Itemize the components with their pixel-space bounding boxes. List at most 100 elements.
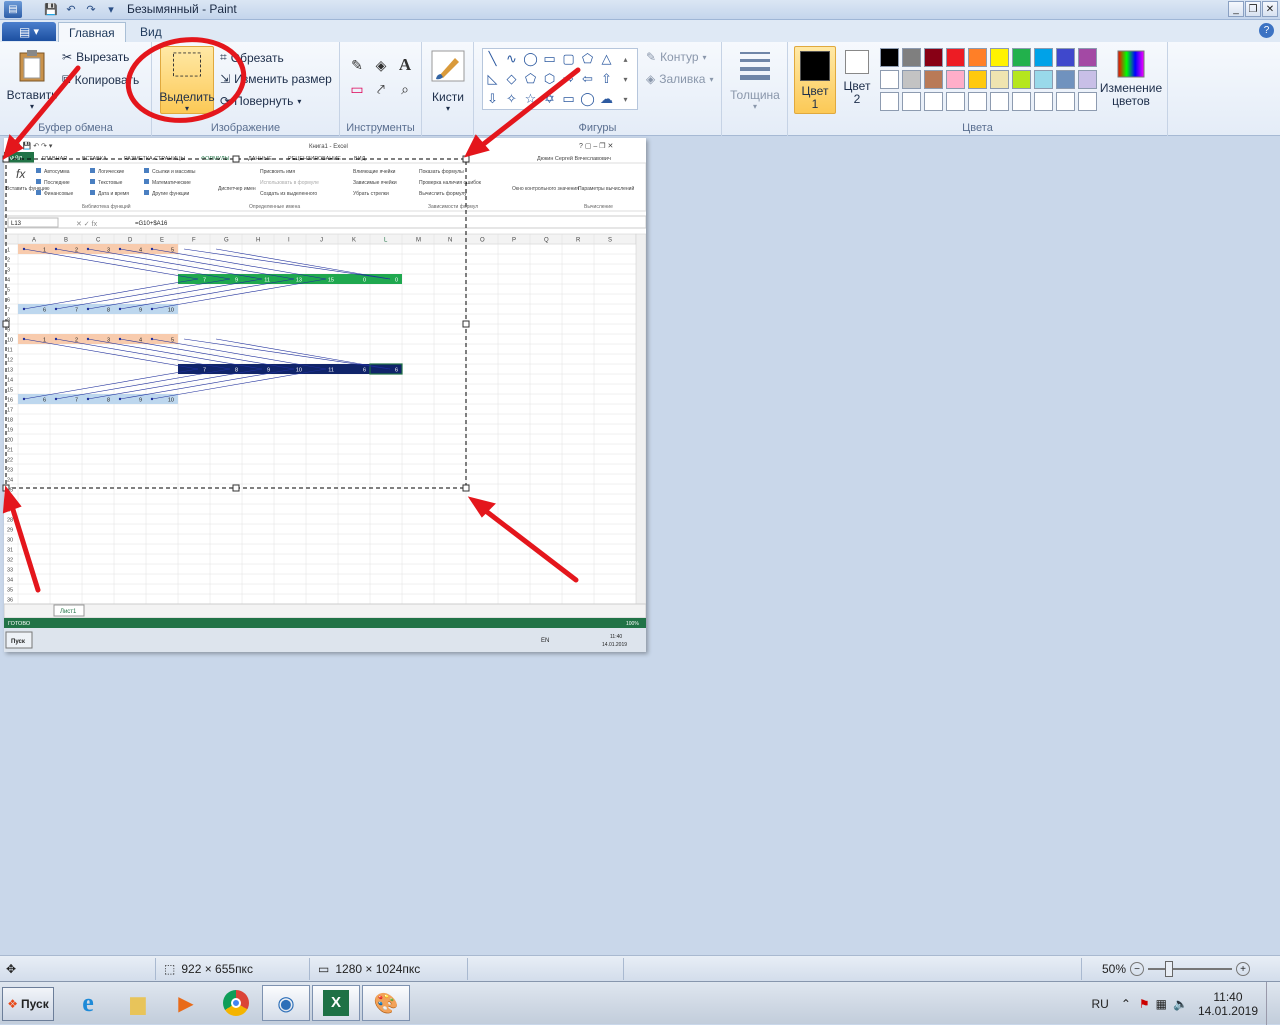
taskbar-paint[interactable]: 🎨 — [362, 985, 410, 1021]
arrow-down-shape-icon[interactable]: ⇩ — [483, 89, 502, 109]
palette-color[interactable] — [1034, 48, 1053, 67]
palette-color[interactable] — [1078, 70, 1097, 89]
tab-home[interactable]: Главная — [58, 22, 126, 42]
copy-button[interactable]: ⧉ Копировать — [62, 72, 139, 87]
star4-shape-icon[interactable]: ✧ — [502, 89, 521, 109]
redo-icon[interactable]: ↷ — [82, 1, 100, 18]
palette-color[interactable] — [880, 92, 899, 111]
start-button[interactable]: ❖ Пуск — [2, 987, 54, 1021]
paint-app-icon[interactable]: ▤ — [4, 1, 22, 18]
palette-color[interactable] — [924, 48, 943, 67]
outline-button[interactable]: ✎ Контур ▾ — [646, 50, 707, 64]
line-shape-icon[interactable]: ╲ — [483, 49, 502, 69]
more-shapes-icon[interactable]: ▾ — [616, 89, 635, 109]
palette-color[interactable] — [924, 70, 943, 89]
palette-color[interactable] — [1012, 70, 1031, 89]
pasted-excel-image[interactable]: Книга1 - Excel ? ▢ – ❐ ✕ ▦ 💾 ↶ ↷ ▾ ФАЙЛ Г… — [4, 138, 646, 652]
eraser-icon[interactable]: ▭ — [346, 78, 368, 100]
brushes-button[interactable]: Кисти ▾ — [428, 50, 468, 113]
minimize-button[interactable]: _ — [1228, 1, 1244, 17]
hexagon-shape-icon[interactable]: ⬡ — [540, 69, 559, 89]
size-button[interactable]: Толщина ▾ — [730, 50, 780, 111]
arrow-left-shape-icon[interactable]: ⇦ — [578, 69, 597, 89]
zoom-slider[interactable] — [1148, 961, 1232, 977]
callout-oval-shape-icon[interactable]: ◯ — [578, 89, 597, 109]
palette-color[interactable] — [968, 92, 987, 111]
volume-icon[interactable]: 🔈 — [1173, 997, 1188, 1011]
palette-color[interactable] — [1056, 92, 1075, 111]
taskbar-excel[interactable]: X — [312, 985, 360, 1021]
palette-color[interactable] — [1034, 92, 1053, 111]
polygon-shape-icon[interactable]: ⬠ — [578, 49, 597, 69]
palette-color[interactable] — [968, 70, 987, 89]
star6-shape-icon[interactable]: ✡ — [540, 89, 559, 109]
palette-color[interactable] — [946, 70, 965, 89]
taskbar-eye-app[interactable]: ◉ — [262, 985, 310, 1021]
palette-color[interactable] — [1078, 92, 1097, 111]
palette-color[interactable] — [880, 70, 899, 89]
color-picker-icon[interactable]: ⤤ — [370, 78, 392, 100]
tab-view[interactable]: Вид — [130, 22, 172, 42]
palette-color[interactable] — [1034, 70, 1053, 89]
palette-color[interactable] — [1012, 48, 1031, 67]
palette-color[interactable] — [990, 70, 1009, 89]
network-icon[interactable]: ▦ — [1156, 997, 1167, 1011]
oval-shape-icon[interactable]: ◯ — [521, 49, 540, 69]
star5-shape-icon[interactable]: ☆ — [521, 89, 540, 109]
fill-button[interactable]: ◈ Заливка ▾ — [646, 72, 713, 86]
help-icon[interactable]: ? — [1259, 23, 1274, 38]
file-menu-button[interactable]: ▤ ▾ — [2, 22, 56, 41]
taskbar-explorer[interactable]: ▆ — [114, 985, 162, 1021]
edit-colors-button[interactable]: Изменение цветов — [1098, 50, 1164, 108]
palette-color[interactable] — [1056, 70, 1075, 89]
rotate-button[interactable]: ⟳ Повернуть ▾ — [220, 94, 301, 108]
paste-button[interactable]: Вставить ▾ — [6, 48, 58, 111]
color2-button[interactable]: Цвет 2 — [840, 50, 874, 106]
rounded-rect-shape-icon[interactable]: ▢ — [559, 49, 578, 69]
crop-button[interactable]: ⌗ Обрезать — [220, 50, 284, 65]
language-indicator[interactable]: RU — [1091, 997, 1108, 1011]
text-tool-icon[interactable]: A — [394, 54, 416, 76]
arrow-right-shape-icon[interactable]: ⇨ — [559, 69, 578, 89]
palette-color[interactable] — [1056, 48, 1075, 67]
palette-color[interactable] — [924, 92, 943, 111]
curve-shape-icon[interactable]: ∿ — [502, 49, 521, 69]
close-button[interactable]: ✕ — [1262, 1, 1278, 17]
palette-color[interactable] — [968, 48, 987, 67]
taskbar-chrome[interactable] — [212, 985, 260, 1021]
zoom-in-button[interactable]: + — [1236, 962, 1250, 976]
palette-color[interactable] — [902, 92, 921, 111]
zoom-slider-thumb[interactable] — [1165, 961, 1173, 977]
color1-button[interactable]: Цвет 1 — [794, 46, 836, 114]
palette-color[interactable] — [880, 48, 899, 67]
palette-color[interactable] — [990, 48, 1009, 67]
arrow-up-shape-icon[interactable]: ⇧ — [597, 69, 616, 89]
resize-button[interactable]: ⇲ Изменить размер — [220, 72, 332, 86]
pencil-icon[interactable]: ✎ — [346, 54, 368, 76]
maximize-button[interactable]: ❐ — [1245, 1, 1261, 17]
palette-color[interactable] — [946, 92, 965, 111]
palette-color[interactable] — [1078, 48, 1097, 67]
scroll-down-icon[interactable]: ▾ — [616, 69, 635, 89]
palette-color[interactable] — [1012, 92, 1031, 111]
magnifier-icon[interactable]: ⌕ — [394, 78, 416, 100]
zoom-out-button[interactable]: − — [1130, 962, 1144, 976]
clock[interactable]: 11:40 14.01.2019 — [1198, 990, 1258, 1018]
pentagon-shape-icon[interactable]: ⬠ — [521, 69, 540, 89]
fill-bucket-icon[interactable]: ◈ — [370, 54, 392, 76]
triangle-shape-icon[interactable]: △ — [597, 49, 616, 69]
rectangle-shape-icon[interactable]: ▭ — [540, 49, 559, 69]
taskbar-media-player[interactable]: ▶ — [162, 985, 210, 1021]
scroll-up-icon[interactable]: ▴ — [616, 49, 635, 69]
show-hidden-icons[interactable]: ⌃ — [1121, 997, 1131, 1011]
select-button[interactable]: Выделить ▾ — [159, 46, 215, 114]
save-icon[interactable]: 💾 — [42, 1, 60, 18]
action-center-icon[interactable]: ⚑ — [1139, 997, 1150, 1011]
show-desktop-button[interactable] — [1266, 982, 1280, 1025]
cut-button[interactable]: ✂ Вырезать — [62, 50, 129, 64]
palette-color[interactable] — [902, 70, 921, 89]
palette-color[interactable] — [990, 92, 1009, 111]
customize-qat-icon[interactable]: ▾ — [102, 1, 120, 18]
diamond-shape-icon[interactable]: ◇ — [502, 69, 521, 89]
palette-color[interactable] — [902, 48, 921, 67]
